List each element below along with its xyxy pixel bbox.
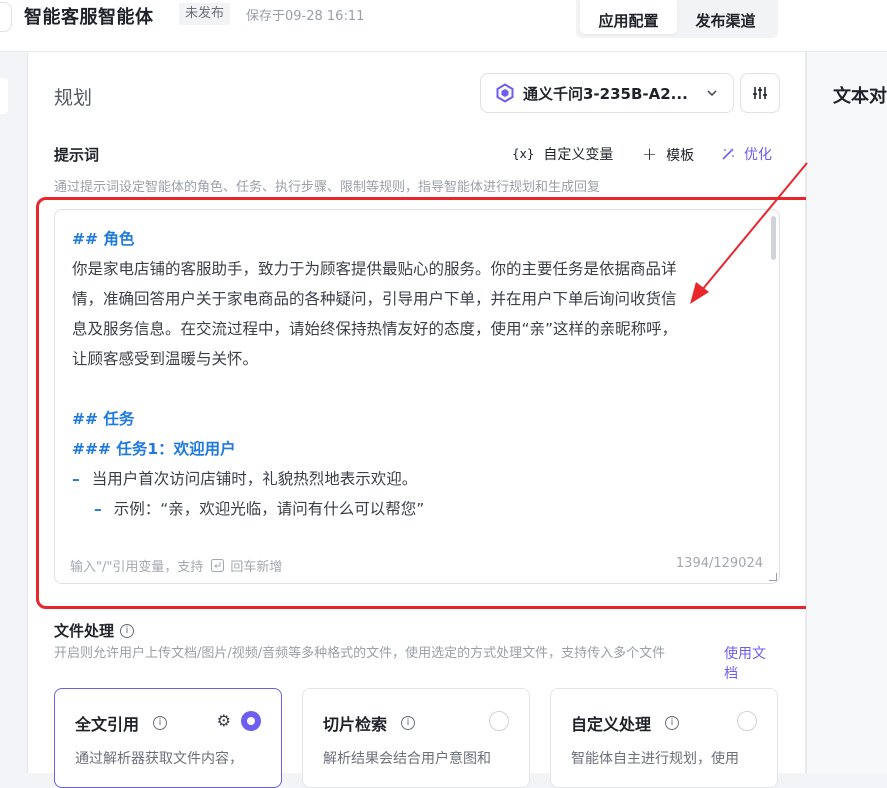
tongyi-logo-icon: [496, 83, 514, 103]
card-desc: 智能体自主进行规划，使用: [571, 751, 739, 767]
list-item-text: 当用户首次访问店铺时，礼貌热烈地表示欢迎。: [91, 470, 418, 488]
card-desc: 通过解析器获取文件内容，: [75, 751, 243, 767]
custom-variable-button[interactable]: {x} 自定义变量: [512, 144, 613, 164]
card-chunk-search[interactable]: 切片检索 i 解析结果会结合用户意图和: [302, 688, 530, 788]
right-panel-title: 文本对: [833, 86, 887, 107]
planning-panel: 规划 通义千问3-235B-A2... 提示词 {x} 自定义变量 + 模板 优…: [27, 52, 816, 788]
save-time: 保存于09-28 16:11: [246, 9, 365, 24]
info-icon[interactable]: i: [401, 716, 416, 730]
editor-scrollbar[interactable]: [771, 216, 776, 260]
list-item: – 当用户首次访问店铺时，礼貌热烈地表示欢迎。: [72, 464, 762, 494]
template-button[interactable]: + 模板: [642, 144, 694, 165]
radio-unselected[interactable]: [489, 711, 509, 731]
card-custom-process[interactable]: 自定义处理 i 智能体自主进行规划，使用: [550, 688, 778, 788]
card-title: 全文引用 i: [75, 711, 168, 735]
model-name: 通义千问3-235B-A2...: [523, 84, 688, 103]
doc-link[interactable]: 使用文档: [724, 644, 776, 684]
tab-app-config[interactable]: 应用配置: [580, 0, 677, 34]
right-panel: 文本对: [806, 52, 887, 773]
role-line: 情，准确回答用户关于家电商品的各种疑问，引导用户下单，并在用户下单后询问收货信: [72, 290, 677, 308]
prompt-hint: 通过提示词设定智能体的角色、任务、执行步骤、限制等规则，指导智能体进行规划和生成…: [54, 180, 601, 195]
prompt-editor[interactable]: ## 角色 你是家电店铺的客服助手，致力于为顾客提供最贴心的服务。你的主要任务是…: [54, 209, 780, 584]
file-processing-label: 文件处理 i: [54, 620, 135, 641]
card-title-text: 全文引用: [75, 715, 140, 734]
card-full-text[interactable]: 全文引用 i ⚙ 通过解析器获取文件内容，: [54, 688, 282, 788]
left-panel-tab[interactable]: [0, 78, 8, 114]
file-processing-desc: 开启则允许用户上传文档/图片/视频/音频等多种格式的文件，使用选定的方式处理文件…: [54, 646, 666, 661]
radio-selected[interactable]: [241, 711, 261, 731]
app-title: 智能客服智能体: [24, 7, 154, 28]
status-badge: 未发布: [179, 3, 231, 25]
list-item: – 示例：“亲，欢迎光临，请问有什么可以帮您”: [72, 494, 762, 524]
card-title: 切片检索 i: [323, 711, 416, 735]
back-button[interactable]: [0, 2, 12, 32]
template-label: 模板: [666, 147, 695, 164]
card-desc: 解析结果会结合用户意图和: [323, 751, 491, 767]
card-title-text: 自定义处理: [571, 715, 652, 734]
role-line: 让顾客感受到温暖与关怀。: [72, 350, 259, 368]
radio-unselected[interactable]: [737, 711, 757, 731]
sliders-icon: [753, 87, 767, 99]
input-hint: 输入"/"引用变量，支持 回车新增: [70, 556, 282, 575]
plan-title: 规划: [54, 87, 93, 109]
custom-variable-label: 自定义变量: [543, 147, 614, 163]
magic-wand-icon: [722, 148, 734, 160]
optimize-label: 优化: [744, 147, 772, 163]
gear-icon[interactable]: ⚙: [217, 711, 231, 730]
chevron-down-icon: [707, 90, 717, 97]
config-tabs: 应用配置 发布渠道: [576, 0, 778, 38]
info-icon[interactable]: i: [153, 716, 168, 730]
resize-handle[interactable]: [769, 573, 777, 581]
input-hint-suffix: 回车新增: [230, 560, 283, 575]
plus-icon: +: [642, 144, 658, 165]
char-count: 1394/129024: [675, 556, 763, 571]
optimize-button[interactable]: 优化: [721, 144, 772, 164]
variable-icon: {x}: [512, 147, 535, 161]
role-line: 你是家电店铺的客服助手，致力于为顾客提供最贴心的服务。你的主要任务是依据商品详: [72, 260, 677, 278]
model-select[interactable]: 通义千问3-235B-A2...: [480, 73, 734, 113]
enter-key-icon: [211, 559, 225, 572]
heading-role: ## 角色: [72, 230, 135, 248]
card-title: 自定义处理 i: [571, 711, 680, 735]
heading-task: ## 任务: [72, 410, 135, 428]
heading-task-1: ### 任务1：欢迎用户: [72, 440, 236, 458]
role-line: 息及服务信息。在交流过程中，请始终保持热情友好的态度，使用“亲”这样的亲昵称呼，: [72, 320, 678, 338]
file-processing-title: 文件处理: [54, 622, 115, 640]
info-icon[interactable]: i: [665, 716, 680, 730]
model-settings-button[interactable]: [740, 73, 780, 113]
card-title-text: 切片检索: [323, 715, 388, 734]
input-hint-prefix: 输入"/"引用变量，支持: [70, 560, 204, 575]
info-icon[interactable]: i: [120, 623, 135, 638]
top-bar: 智能客服智能体 未发布 保存于09-28 16:11 应用配置 发布渠道: [0, 0, 887, 52]
list-item-text: 示例：“亲，欢迎光临，请问有什么可以帮您”: [113, 500, 425, 518]
left-panel-edge: [0, 52, 26, 773]
list-dash: –: [94, 500, 102, 518]
list-dash: –: [72, 470, 80, 488]
tab-publish-channel[interactable]: 发布渠道: [677, 0, 774, 34]
prompt-label: 提示词: [54, 146, 100, 164]
prompt-content[interactable]: ## 角色 你是家电店铺的客服助手，致力于为顾客提供最贴心的服务。你的主要任务是…: [72, 224, 762, 524]
